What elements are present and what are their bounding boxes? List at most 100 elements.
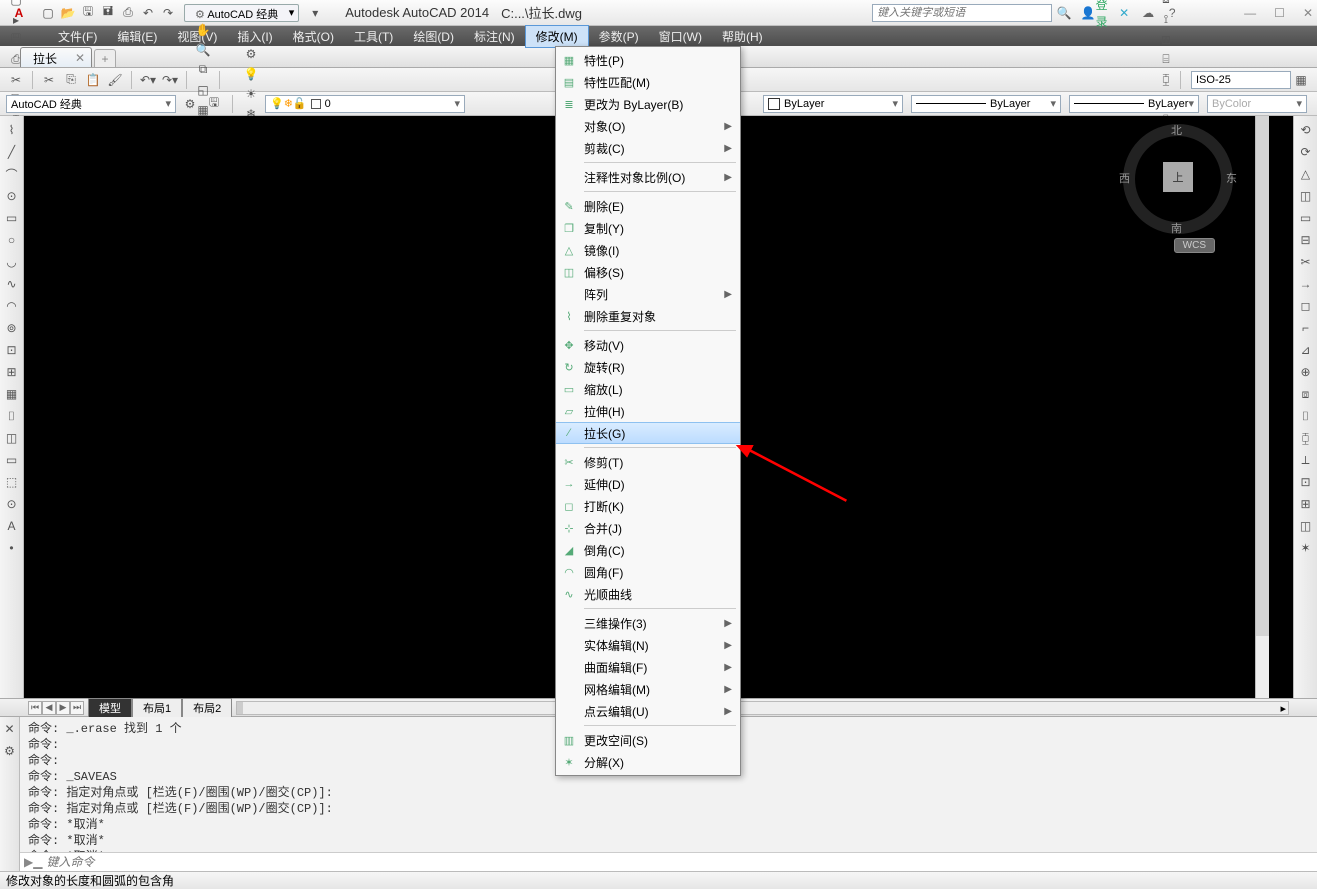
- paste-icon[interactable]: 📋: [83, 70, 103, 90]
- menu-item-复制[interactable]: ❐复制(Y): [556, 217, 740, 239]
- modify-tool-0[interactable]: ⟲: [1296, 120, 1316, 140]
- modify-tool-2[interactable]: △: [1296, 164, 1316, 184]
- draw-tool-13[interactable]: ⌷: [2, 406, 22, 426]
- signin-button[interactable]: 👤 登录: [1084, 4, 1104, 22]
- menu-item-阵列[interactable]: 阵列▶: [556, 283, 740, 305]
- menu-修改[interactable]: 修改(M): [525, 25, 589, 48]
- layer-btn-2[interactable]: ☀: [241, 84, 261, 104]
- modify-tool-1[interactable]: ⟳: [1296, 142, 1316, 162]
- std-btn-0[interactable]: ▢: [6, 0, 26, 10]
- color-selector[interactable]: ByLayer: [763, 95, 903, 113]
- menu-item-移动[interactable]: ✥移动(V): [556, 334, 740, 356]
- draw-tool-12[interactable]: ▦: [2, 384, 22, 404]
- modify-tool-18[interactable]: ◫: [1296, 516, 1316, 536]
- menu-item-注释性对象比例[interactable]: 注释性对象比例(O)▶: [556, 166, 740, 188]
- menu-item-实体编辑[interactable]: 实体编辑(N)▶: [556, 634, 740, 656]
- layer-selector[interactable]: 💡❄🔓 0: [265, 95, 465, 113]
- dim-btn-3[interactable]: ⧈: [1156, 0, 1176, 10]
- modify-tool-13[interactable]: ⌷: [1296, 406, 1316, 426]
- layout-nav[interactable]: ⏮◀▶⏭: [28, 701, 84, 715]
- dim-btn-5[interactable]: ⊞: [1156, 30, 1176, 50]
- linetype-selector[interactable]: ByLayer: [911, 95, 1061, 113]
- menu-item-拉伸[interactable]: ▱拉伸(H): [556, 400, 740, 422]
- menu-item-旋转[interactable]: ↻旋转(R): [556, 356, 740, 378]
- draw-tool-6[interactable]: ◡: [2, 252, 22, 272]
- matchprop-icon[interactable]: 🖌: [105, 70, 125, 90]
- layout-tab-2[interactable]: 布局2: [182, 698, 232, 717]
- std-btn-4[interactable]: ✂: [6, 70, 26, 90]
- menu-编辑[interactable]: 编辑(E): [107, 26, 167, 47]
- redo-icon[interactable]: ↷▾: [160, 70, 180, 90]
- draw-tool-11[interactable]: ⊞: [2, 362, 22, 382]
- view-btn-2[interactable]: ⧉: [193, 60, 213, 80]
- draw-tool-0[interactable]: ⌇: [2, 120, 22, 140]
- dimstyle-selector[interactable]: [1191, 71, 1291, 89]
- search-input[interactable]: [873, 5, 1051, 21]
- qat-open-icon[interactable]: 📂: [59, 4, 77, 22]
- draw-tool-1[interactable]: ╱: [2, 142, 22, 162]
- menu-窗口[interactable]: 窗口(W): [649, 26, 712, 47]
- modify-tool-15[interactable]: ⟂: [1296, 450, 1316, 470]
- viewcube-top[interactable]: 上: [1163, 162, 1193, 192]
- qat-save-icon[interactable]: 🖫: [79, 4, 97, 22]
- draw-tool-10[interactable]: ⊡: [2, 340, 22, 360]
- document-tab[interactable]: 拉长 ✕: [20, 47, 92, 67]
- menu-item-剪裁[interactable]: 剪裁(C)▶: [556, 137, 740, 159]
- viewcube[interactable]: 上 北 南 西 东: [1123, 124, 1233, 234]
- dim-btn-7[interactable]: ⧮: [1156, 70, 1176, 90]
- vertical-scrollbar[interactable]: [1255, 116, 1269, 698]
- draw-tool-9[interactable]: ⊚: [2, 318, 22, 338]
- qat-print-icon[interactable]: ⎙: [119, 4, 137, 22]
- menu-item-倒角[interactable]: ◢倒角(C): [556, 539, 740, 561]
- menu-item-缩放[interactable]: ▭缩放(L): [556, 378, 740, 400]
- menu-item-特性[interactable]: ▦特性(P): [556, 49, 740, 71]
- dim-btn-6[interactable]: ⌸: [1156, 50, 1176, 70]
- draw-tool-19[interactable]: •: [2, 538, 22, 558]
- cmd-close-icon[interactable]: ✕: [0, 719, 20, 739]
- modify-tool-11[interactable]: ⊕: [1296, 362, 1316, 382]
- menu-item-光顺曲线[interactable]: ∿光顺曲线: [556, 583, 740, 605]
- menu-item-曲面编辑[interactable]: 曲面编辑(F)▶: [556, 656, 740, 678]
- menu-item-延伸[interactable]: →延伸(D): [556, 473, 740, 495]
- menu-帮助[interactable]: 帮助(H): [712, 26, 773, 47]
- qat-undo-icon[interactable]: ↶: [139, 4, 157, 22]
- menu-参数[interactable]: 参数(P): [589, 26, 649, 47]
- modify-tool-19[interactable]: ✶: [1296, 538, 1316, 558]
- layer-btn-0[interactable]: ⚙: [241, 44, 261, 64]
- draw-tool-2[interactable]: ⌒: [2, 164, 22, 184]
- menu-item-镜像[interactable]: △镜像(I): [556, 239, 740, 261]
- draw-tool-5[interactable]: ○: [2, 230, 22, 250]
- menu-item-分解[interactable]: ✶分解(X): [556, 751, 740, 773]
- search-icon[interactable]: 🔍: [1054, 4, 1074, 22]
- modify-tool-6[interactable]: ✂: [1296, 252, 1316, 272]
- draw-tool-17[interactable]: ⊙: [2, 494, 22, 514]
- lineweight-selector[interactable]: ByLayer: [1069, 95, 1199, 113]
- menu-工具[interactable]: 工具(T): [344, 26, 403, 47]
- menu-item-点云编辑[interactable]: 点云编辑(U)▶: [556, 700, 740, 722]
- cmd-opts-icon[interactable]: ⚙: [0, 741, 20, 761]
- workspace-save-icon[interactable]: 🖫: [204, 94, 224, 114]
- horizontal-scrollbar[interactable]: ▸: [236, 701, 1289, 715]
- qat-dropdown-icon[interactable]: ▾: [306, 4, 324, 22]
- menu-item-圆角[interactable]: ◠圆角(F): [556, 561, 740, 583]
- workspace-selector[interactable]: ⚙ AutoCAD 经典: [184, 4, 299, 22]
- infocenter-search[interactable]: [872, 4, 1052, 22]
- view-btn-0[interactable]: ✋: [193, 20, 213, 40]
- modify-tool-14[interactable]: ⧮: [1296, 428, 1316, 448]
- modify-tool-5[interactable]: ⊟: [1296, 230, 1316, 250]
- draw-tool-18[interactable]: A: [2, 516, 22, 536]
- dim-btn-4[interactable]: ⟟: [1156, 10, 1176, 30]
- copy-icon[interactable]: ⎘: [61, 70, 81, 90]
- std-btn-1[interactable]: ▸: [6, 10, 26, 30]
- close-icon[interactable]: ✕: [75, 51, 85, 65]
- workspace-gear-icon[interactable]: ⚙: [180, 94, 200, 114]
- draw-tool-16[interactable]: ⬚: [2, 472, 22, 492]
- draw-tool-15[interactable]: ▭: [2, 450, 22, 470]
- qat-redo-icon[interactable]: ↷: [159, 4, 177, 22]
- menu-item-更改为 ByLayer[interactable]: ≣更改为 ByLayer(B): [556, 93, 740, 115]
- view-btn-1[interactable]: 🔍: [193, 40, 213, 60]
- modify-tool-12[interactable]: ⧈: [1296, 384, 1316, 404]
- menu-item-特性匹配[interactable]: ▤特性匹配(M): [556, 71, 740, 93]
- draw-tool-8[interactable]: ◠: [2, 296, 22, 316]
- modify-tool-16[interactable]: ⊡: [1296, 472, 1316, 492]
